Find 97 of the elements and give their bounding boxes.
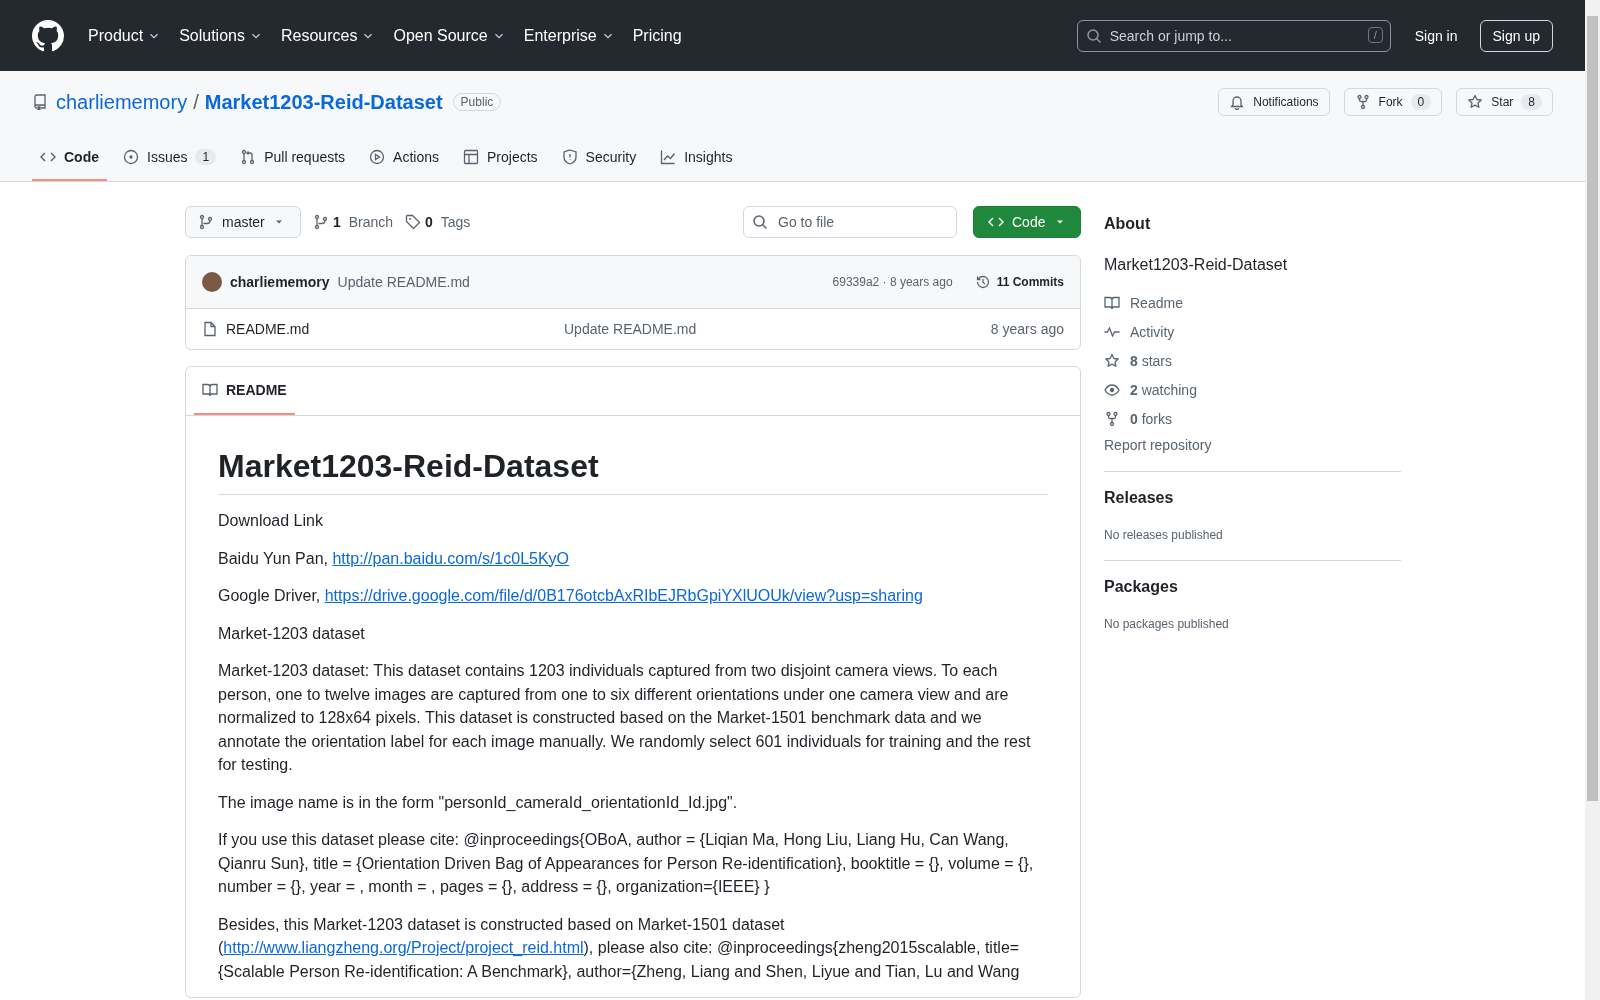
logo-icon[interactable] <box>32 19 64 52</box>
tag-icon <box>405 214 422 230</box>
path-separator: / <box>193 90 199 114</box>
star-icon <box>1104 352 1120 369</box>
avatar <box>202 272 222 292</box>
about-link[interactable]: Readme <box>1104 288 1401 317</box>
file-icon <box>202 321 218 337</box>
about-link[interactable]: Activity <box>1104 317 1401 346</box>
tab-label: Pull requests <box>264 149 346 165</box>
tab-label: Security <box>585 149 637 165</box>
count-badge: 1 <box>195 149 217 165</box>
tab-label: Actions <box>393 149 439 165</box>
bell-icon <box>1229 94 1246 110</box>
file-name-link[interactable]: README.md <box>226 321 556 337</box>
tags-link[interactable]: 0 Tags <box>405 214 471 230</box>
issue-icon <box>123 149 139 165</box>
play-icon <box>369 149 386 165</box>
branch-icon <box>198 214 214 230</box>
nav-link[interactable]: Product <box>88 26 162 45</box>
pr-icon <box>240 149 257 165</box>
repo-tab[interactable]: Projects <box>455 135 546 181</box>
about-link-label: 0 forks <box>1130 410 1173 427</box>
readme-link[interactable]: http://www.liangzheng.org/Project/project_reid.html <box>223 939 584 956</box>
readme-paragraph: Market-1203 dataset: This dataset contains 1203 individuals captured from two disjoint camera views. To each person, one to twelve images are captured from one to six different orientations under one camera view and are normalized to 128x64 pixels. This dataset is constructed based on the Market-1501 benchmark data and we annotate the orientation label for each image manually. We randomly select 601 individuals for training and the rest for testing. <box>218 661 1032 775</box>
shield-icon <box>561 149 578 165</box>
about-link-label: 8 stars <box>1130 352 1173 369</box>
repo-tab[interactable]: Code <box>32 135 107 181</box>
repo-icon <box>32 94 48 110</box>
readme-title: Market1203-Reid-Dataset <box>218 446 1048 495</box>
search-icon <box>752 214 768 230</box>
shortcut-key: / <box>1367 26 1383 43</box>
file-age: 8 years ago <box>990 321 1064 337</box>
packages-heading: Packages <box>1104 577 1179 597</box>
go-to-file-field[interactable]: Go to file <box>743 206 957 238</box>
readme-paragraph: Baidu Yun Pan, http://pan.baidu.com/s/1c0L5KyO <box>218 548 571 569</box>
graph-icon <box>660 149 677 165</box>
commit-message[interactable]: Update README.md <box>337 274 470 290</box>
repo-tab[interactable]: Actions <box>361 135 447 181</box>
nav-link[interactable]: Resources <box>280 26 376 45</box>
report-link[interactable]: Report repository <box>1104 437 1401 453</box>
owner-link[interactable]: charliememory <box>56 90 188 114</box>
notifications-button[interactable]: Notifications <box>1218 88 1330 116</box>
scrollbar[interactable] <box>1585 0 1600 1000</box>
tab-label: Code <box>64 149 99 165</box>
about-link-label: 2 watching <box>1130 381 1197 398</box>
history-icon <box>974 274 991 290</box>
readme-paragraph: If you use this dataset please cite: @inproceedings{OBoA, author = {Liqian Ma, Hong Liu, Liang Hu, Can Wang, Qianru Sun}, title = {Orientation Driven Bag of Appearances for Person Re-identification}, booktitle = {}, volume = {}, number = {}, year = , month = , pages = {}, address = {}, organization={IEEE} } <box>218 830 1035 897</box>
search-icon <box>1085 27 1102 44</box>
tab-label: Projects <box>487 149 538 165</box>
readme-paragraph: The image name is in the form "personId_cameraId_orientationId_Id.jpg". <box>218 792 739 813</box>
nav-link[interactable]: Open Source <box>393 26 506 45</box>
about-link[interactable]: 2 watching <box>1104 375 1401 404</box>
about-link-label: Readme <box>1130 294 1183 311</box>
book-icon <box>1104 294 1120 311</box>
commit-meta: 69339a2 · 8 years ago <box>832 275 953 289</box>
fork-icon <box>1104 410 1120 427</box>
code-button[interactable]: Code <box>973 206 1081 238</box>
repo-tab[interactable]: Security <box>553 135 645 181</box>
book-icon <box>202 382 218 398</box>
tab-label: Issues <box>147 149 188 165</box>
readme-link[interactable]: https://drive.google.com/file/d/0B176otcbAxRIbEJRbGpiYXlUOUk/view?usp=sharing <box>324 587 923 604</box>
about-heading: About <box>1104 214 1152 234</box>
star-button[interactable]: Star 8 <box>1456 88 1553 116</box>
repo-tab[interactable]: Issues 1 <box>115 135 225 181</box>
repo-tab[interactable]: Pull requests <box>232 135 354 181</box>
readme-paragraph: Google Driver, https://drive.google.com/file/d/0B176otcbAxRIbEJRbGpiYXlUOUk/view?usp=sharing <box>218 586 924 606</box>
eye-icon <box>1104 381 1120 398</box>
branch-icon <box>313 214 329 230</box>
branch-selector[interactable]: master <box>185 206 301 238</box>
branches-link[interactable]: 1 Branch <box>313 214 394 230</box>
nav-link[interactable]: Enterprise <box>523 26 615 45</box>
repo-tab[interactable]: Insights <box>652 135 741 181</box>
repo-name-link[interactable]: Market1203-Reid-Dataset <box>204 90 443 114</box>
fork-icon <box>1354 94 1371 110</box>
about-link-label: Activity <box>1130 323 1175 340</box>
releases-heading: Releases <box>1104 488 1175 508</box>
about-link[interactable]: 0 forks <box>1104 404 1401 433</box>
repo-description: Market1203-Reid-Dataset <box>1104 256 1289 274</box>
about-link[interactable]: 8 stars <box>1104 346 1401 375</box>
readme-paragraph: Download Link <box>218 511 324 531</box>
readme-tab[interactable]: README <box>194 367 295 415</box>
readme-paragraph: Besides, this Market-1203 dataset is constructed based on Market-1501 dataset (http://www.liangzheng.org/Project/project_reid.html), please also cite: @inproceedings{zheng2015scalable, title={Scalable Person Re-identification: A Benchmark}, author={Zheng, Liang and Shen, Liyue and Tian, Lu and Wang <box>218 914 1021 982</box>
sign-in-link[interactable]: Sign in <box>1414 27 1458 44</box>
fork-button[interactable]: Fork 0 <box>1343 88 1443 116</box>
star-icon <box>1467 94 1484 110</box>
tab-label: Insights <box>684 149 733 165</box>
file-commit-message[interactable]: Update README.md <box>564 321 983 337</box>
table-icon <box>463 149 479 165</box>
readme-link[interactable]: http://pan.baidu.com/s/1c0L5KyO <box>332 549 570 567</box>
releases-note: No releases published <box>1104 528 1224 542</box>
commits-link[interactable]: 11 Commits <box>974 274 1064 290</box>
readme-paragraph: Market-1203 dataset <box>218 623 366 644</box>
nav-link[interactable]: Pricing <box>632 26 682 45</box>
nav-link[interactable]: Solutions <box>179 26 263 45</box>
packages-note: No packages published <box>1104 617 1230 631</box>
commit-author[interactable]: charliememory <box>230 274 330 290</box>
sign-up-button[interactable]: Sign up <box>1479 19 1553 52</box>
